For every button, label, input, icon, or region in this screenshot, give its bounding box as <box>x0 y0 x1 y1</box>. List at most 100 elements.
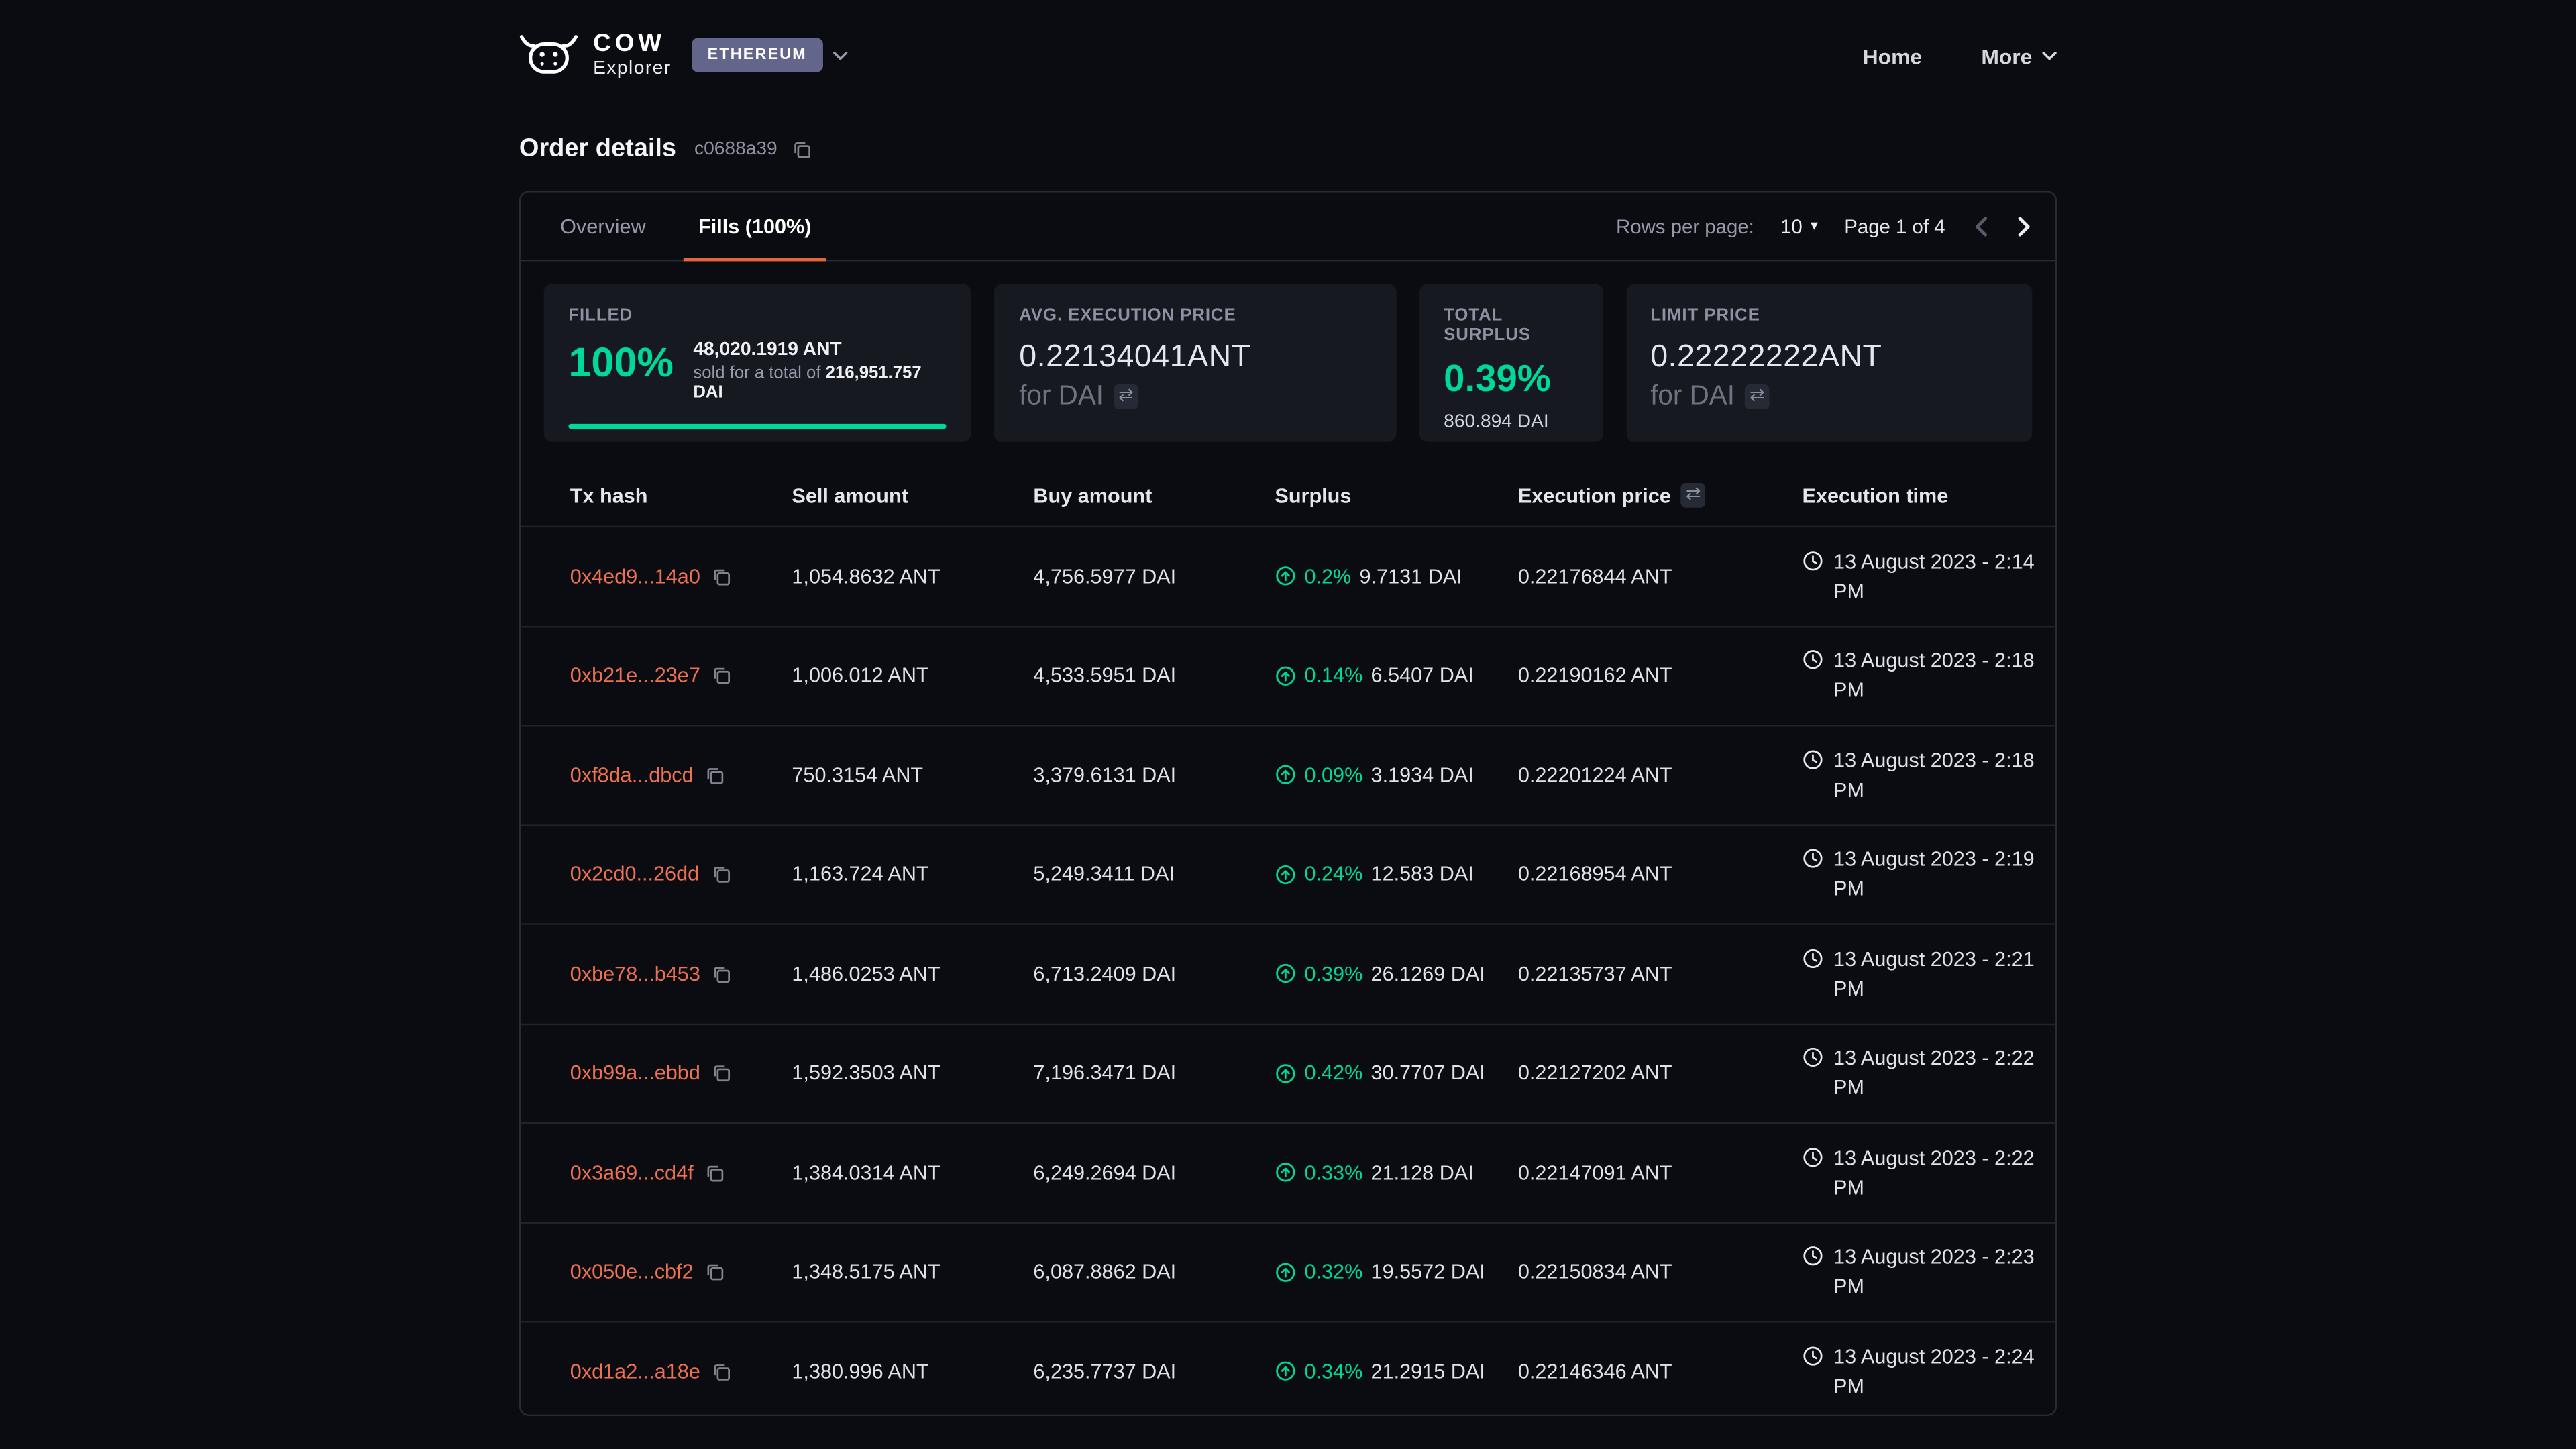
filled-sold-text: sold for a total of 216,951.757 DAI <box>693 363 947 402</box>
total-surplus-card: TOTAL SURPLUS 0.39% 860.894 DAI <box>1419 284 1603 442</box>
tx-hash-link[interactable]: 0xb21e...23e7 <box>570 664 700 687</box>
execution-time: 13 August 2023 - 2:14 PM <box>1833 547 2053 606</box>
tx-hash-link[interactable]: 0xb99a...ebbd <box>570 1062 700 1085</box>
clock-icon <box>1803 848 1824 869</box>
surplus-cell: 0.2% 9.7131 DAI <box>1275 565 1517 588</box>
tx-hash-cell: 0x2cd0...26dd <box>570 863 792 885</box>
swap-icon[interactable]: ⇄ <box>1745 384 1770 409</box>
tab-overview[interactable]: Overview <box>545 193 661 260</box>
limit-price-quote: for DAI ⇄ <box>1650 381 2007 413</box>
nav-more[interactable]: More <box>1981 44 2057 68</box>
surplus-cell: 0.34% 21.2915 DAI <box>1275 1360 1517 1383</box>
network-badge[interactable]: ETHEREUM <box>691 39 823 73</box>
execution-price-cell: 0.22190162 ANT <box>1518 664 1803 687</box>
surplus-up-arrow-icon <box>1275 1063 1296 1084</box>
copy-tx-hash-button[interactable] <box>712 964 731 983</box>
tx-hash-link[interactable]: 0xd1a2...a18e <box>570 1360 700 1383</box>
execution-time-cell: 13 August 2023 - 2:18 PM <box>1803 745 2054 805</box>
execution-time: 13 August 2023 - 2:18 PM <box>1833 646 2053 706</box>
copy-tx-hash-button[interactable] <box>712 1362 731 1381</box>
tx-hash-link[interactable]: 0x2cd0...26dd <box>570 863 699 885</box>
pagination-controls: Rows per page: 10 ▾ Page 1 of 4 <box>1616 193 2031 260</box>
copy-tx-hash-button[interactable] <box>712 1063 731 1083</box>
execution-time-cell: 13 August 2023 - 2:22 PM <box>1803 1143 2054 1203</box>
copy-tx-hash-button[interactable] <box>705 1262 724 1281</box>
nav-home[interactable]: Home <box>1863 44 1922 68</box>
table-row: 0x4ed9...14a0 1,054.8632 ANT 4,756.5977 … <box>521 527 2055 627</box>
tx-hash-link[interactable]: 0x4ed9...14a0 <box>570 565 700 588</box>
sell-amount-cell: 1,163.724 ANT <box>792 863 1033 885</box>
execution-price-cell: 0.22168954 ANT <box>1518 863 1803 885</box>
avg-price-label: AVG. EXECUTION PRICE <box>1019 306 1371 325</box>
cow-explorer-logo[interactable]: COW Explorer <box>519 32 672 80</box>
copy-tx-hash-button[interactable] <box>712 566 731 586</box>
sell-amount-cell: 1,006.012 ANT <box>792 664 1033 687</box>
execution-time: 13 August 2023 - 2:23 PM <box>1833 1242 2053 1302</box>
swap-price-direction-icon[interactable]: ⇄ <box>1681 483 1706 508</box>
surplus-amount: 12.583 DAI <box>1371 863 1474 885</box>
surplus-cell: 0.39% 26.1269 DAI <box>1275 962 1517 985</box>
col-surplus: Surplus <box>1275 484 1517 506</box>
clock-icon <box>1803 649 1824 671</box>
buy-amount-cell: 6,249.2694 DAI <box>1033 1161 1275 1184</box>
copy-tx-hash-button[interactable] <box>712 665 731 685</box>
stats-row: FILLED 100% 48,020.1919 ANT sold for a t… <box>521 261 2055 465</box>
tx-hash-link[interactable]: 0x050e...cbf2 <box>570 1260 694 1283</box>
limit-price-value: 0.22222222ANT <box>1650 340 2007 376</box>
next-page-button[interactable] <box>2017 216 2031 235</box>
rows-per-page-select[interactable]: 10 ▾ <box>1780 215 1818 237</box>
copy-tx-hash-button[interactable] <box>705 1163 724 1182</box>
top-header: COW Explorer ETHEREUM Home More <box>519 0 2057 112</box>
limit-price-card: LIMIT PRICE 0.22222222ANT for DAI ⇄ <box>1625 284 2032 442</box>
execution-price-cell: 0.22147091 ANT <box>1518 1161 1803 1184</box>
fills-table-header: Tx hash Sell amount Buy amount Surplus E… <box>521 465 2055 527</box>
tab-bar: Overview Fills (100%) Rows per page: 10 … <box>521 193 2055 262</box>
logo-subtitle: Explorer <box>593 59 672 80</box>
tab-fills[interactable]: Fills (100%) <box>684 193 826 260</box>
surplus-amount: 21.128 DAI <box>1371 1161 1474 1184</box>
surplus-cell: 0.24% 12.583 DAI <box>1275 863 1517 885</box>
previous-page-button[interactable] <box>1975 216 1988 235</box>
copy-tx-hash-button[interactable] <box>705 765 724 785</box>
surplus-percent: 0.39% <box>1304 962 1362 985</box>
limit-price-token: ANT <box>1819 340 1882 374</box>
col-tx-hash: Tx hash <box>570 484 792 506</box>
execution-time-cell: 13 August 2023 - 2:18 PM <box>1803 646 2054 706</box>
network-chevron-down-icon[interactable] <box>833 51 848 61</box>
clock-icon <box>1803 947 1824 969</box>
filled-card: FILLED 100% 48,020.1919 ANT sold for a t… <box>544 284 972 442</box>
tx-hash-link[interactable]: 0xf8da...dbcd <box>570 763 694 786</box>
execution-time: 13 August 2023 - 2:22 PM <box>1833 1143 2053 1203</box>
avg-price-token: ANT <box>1187 340 1251 374</box>
avg-price-number: 0.22134041 <box>1019 340 1187 374</box>
tx-hash-link[interactable]: 0x3a69...cd4f <box>570 1161 694 1184</box>
buy-amount-cell: 3,379.6131 DAI <box>1033 763 1275 786</box>
tx-hash-cell: 0xb21e...23e7 <box>570 664 792 687</box>
limit-price-label: LIMIT PRICE <box>1650 306 2007 325</box>
page-title: Order details <box>519 135 676 164</box>
copy-order-id-button[interactable] <box>792 140 812 159</box>
surplus-amount: 26.1269 DAI <box>1371 962 1485 985</box>
execution-time: 13 August 2023 - 2:18 PM <box>1833 745 2053 805</box>
execution-time-cell: 13 August 2023 - 2:22 PM <box>1803 1043 2054 1103</box>
surplus-cell: 0.32% 19.5572 DAI <box>1275 1260 1517 1283</box>
surplus-up-arrow-icon <box>1275 864 1296 885</box>
table-row: 0x3a69...cd4f 1,384.0314 ANT 6,249.2694 … <box>521 1124 2055 1223</box>
swap-icon[interactable]: ⇄ <box>1114 384 1138 409</box>
table-row: 0x2cd0...26dd 1,163.724 ANT 5,249.3411 D… <box>521 826 2055 925</box>
avg-price-quote-text: for DAI <box>1019 381 1104 413</box>
filled-amount: 48,020.1919 ANT <box>693 340 947 360</box>
surplus-percent: 0.32% <box>1304 1260 1362 1283</box>
surplus-cell: 0.42% 30.7707 DAI <box>1275 1062 1517 1085</box>
copy-tx-hash-button[interactable] <box>710 865 730 884</box>
surplus-percent: 0.24% <box>1304 863 1362 885</box>
tx-hash-link[interactable]: 0xbe78...b453 <box>570 962 700 985</box>
pager <box>1975 216 2031 235</box>
surplus-percent: 0.2% <box>1304 565 1351 588</box>
surplus-up-arrow-icon <box>1275 764 1296 786</box>
clock-icon <box>1803 1345 1824 1366</box>
execution-time: 13 August 2023 - 2:24 PM <box>1833 1342 2053 1401</box>
surplus-amount: 3.1934 DAI <box>1371 763 1474 786</box>
table-row: 0xb21e...23e7 1,006.012 ANT 4,533.5951 D… <box>521 627 2055 726</box>
execution-price-cell: 0.22127202 ANT <box>1518 1062 1803 1085</box>
